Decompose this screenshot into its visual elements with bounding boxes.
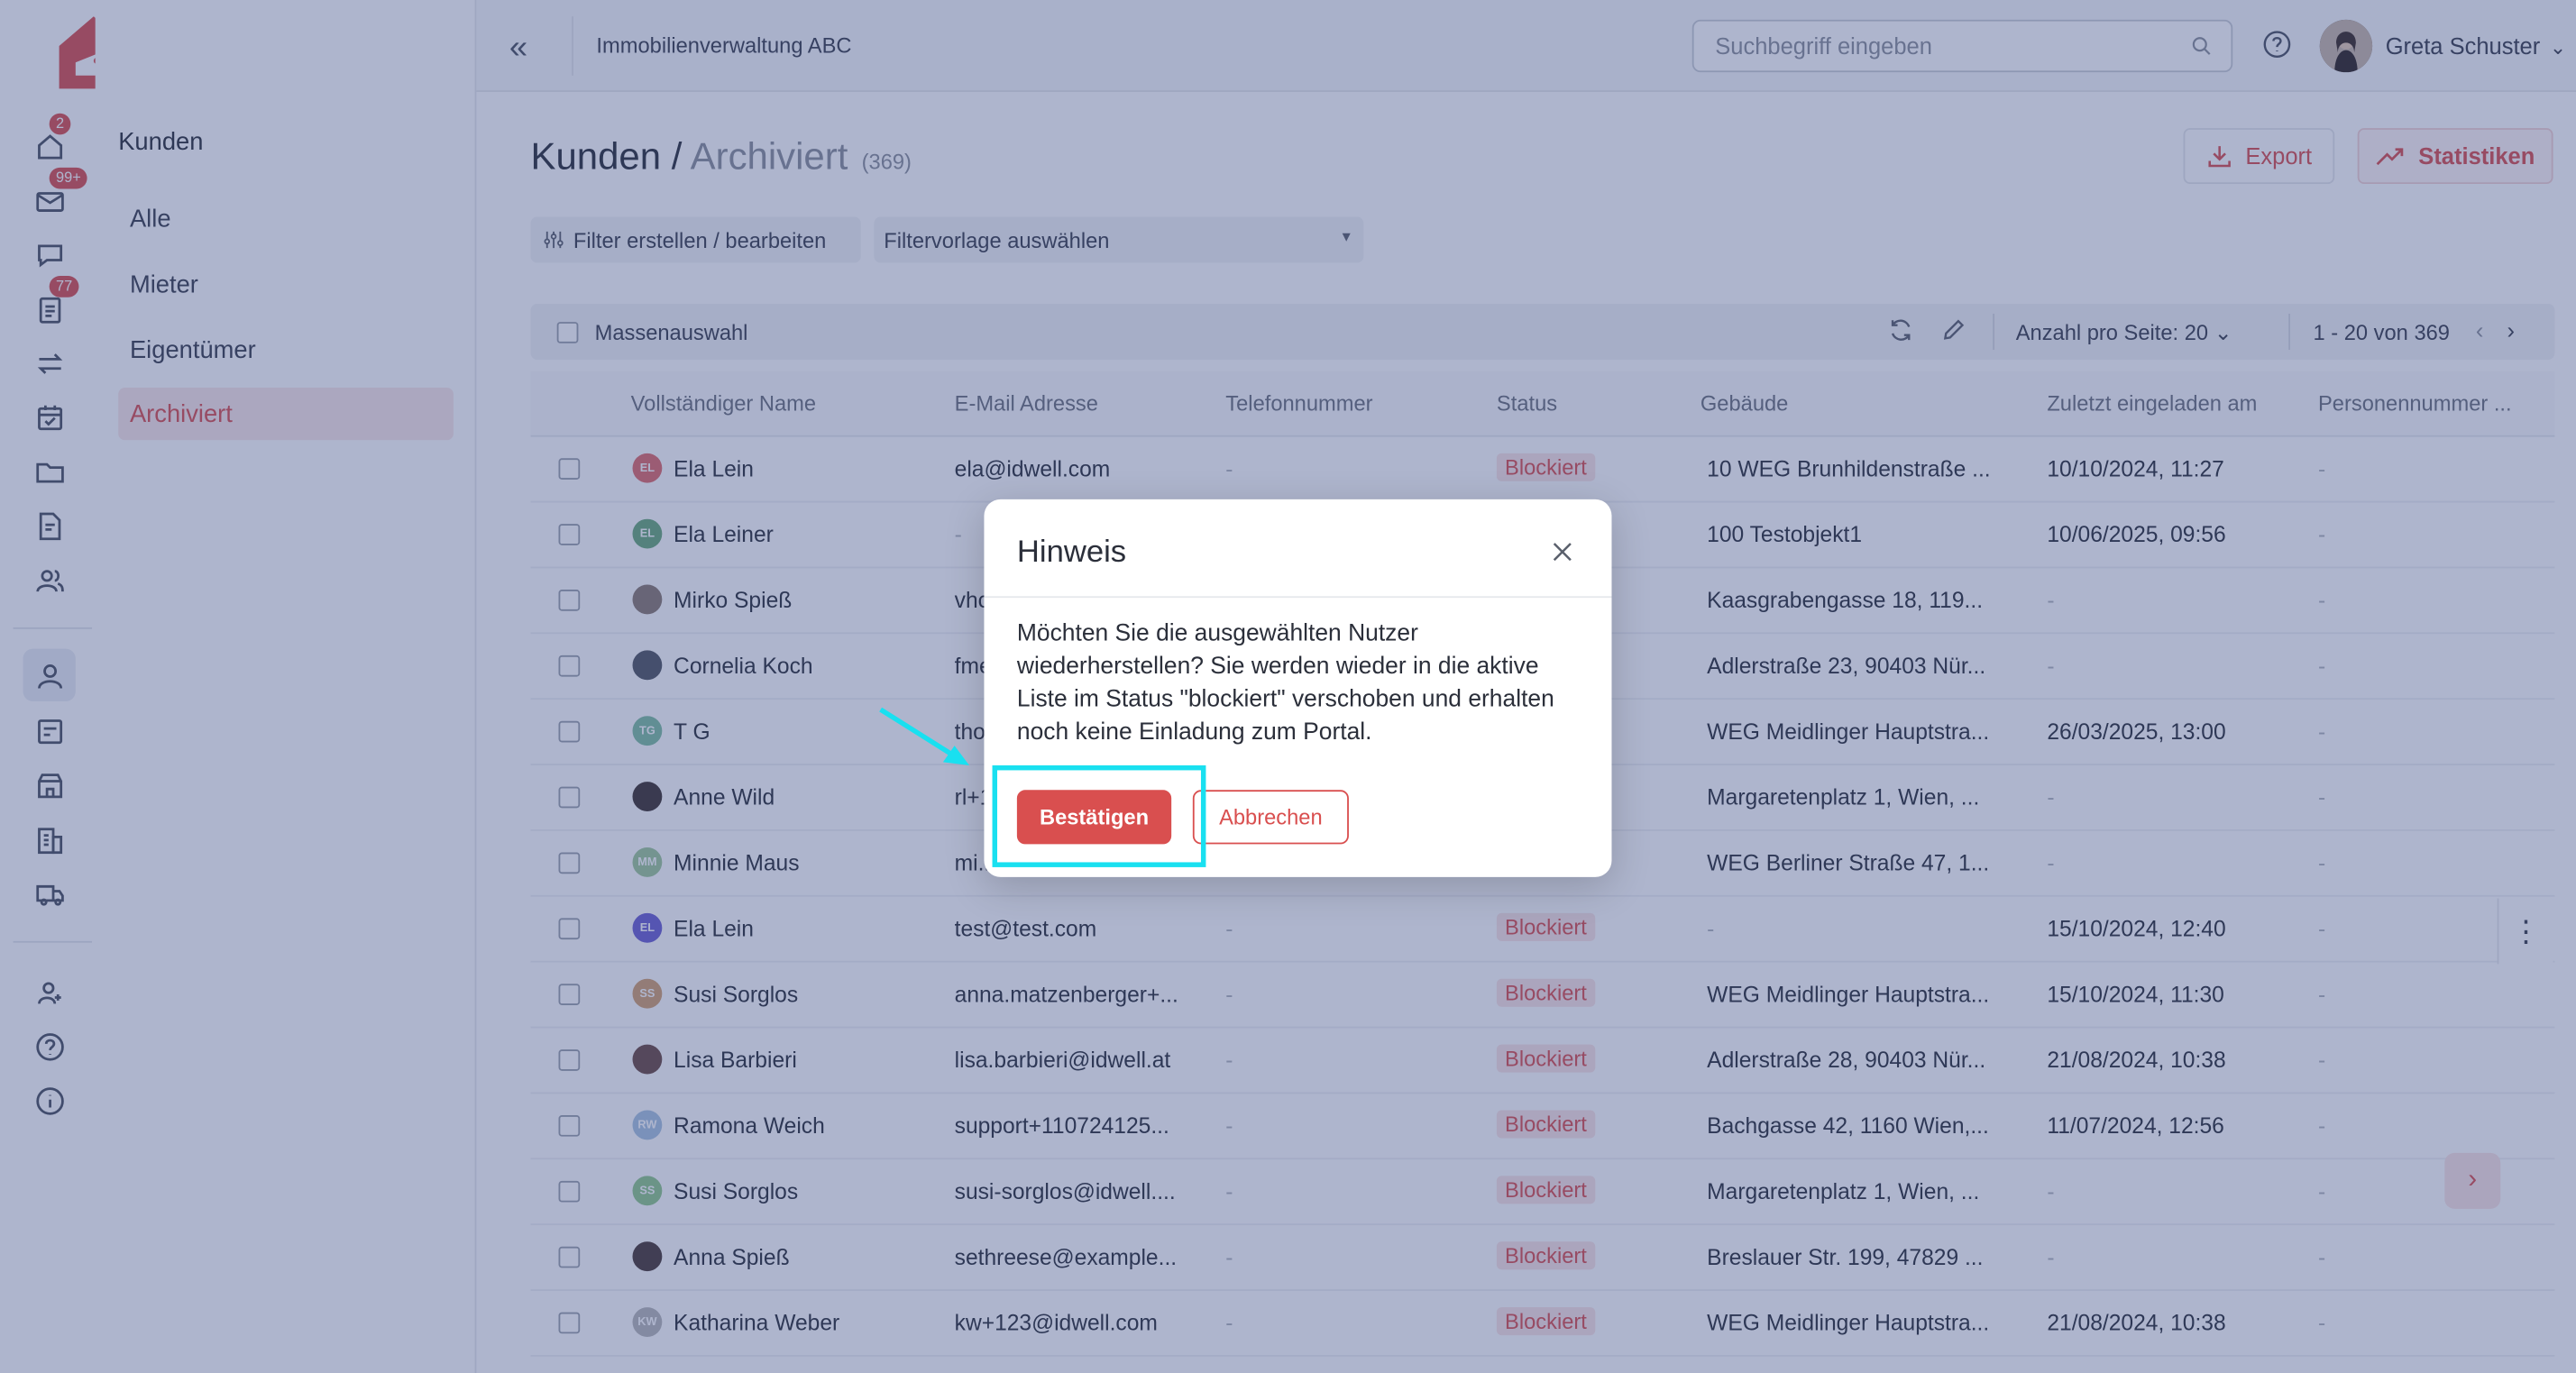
dialog-title: Hinweis [1016, 535, 1127, 571]
dialog-message: Möchten Sie die ausgewählten Nutzer wied… [1016, 620, 1554, 746]
dialog-divider [984, 596, 1612, 599]
arrow-icon [879, 707, 970, 765]
app-root: idwell 2 99+ 77 [0, 0, 2576, 1373]
highlight-box [992, 764, 1206, 867]
close-icon[interactable] [1549, 539, 1575, 565]
cancel-button[interactable]: Abbrechen [1192, 790, 1349, 845]
